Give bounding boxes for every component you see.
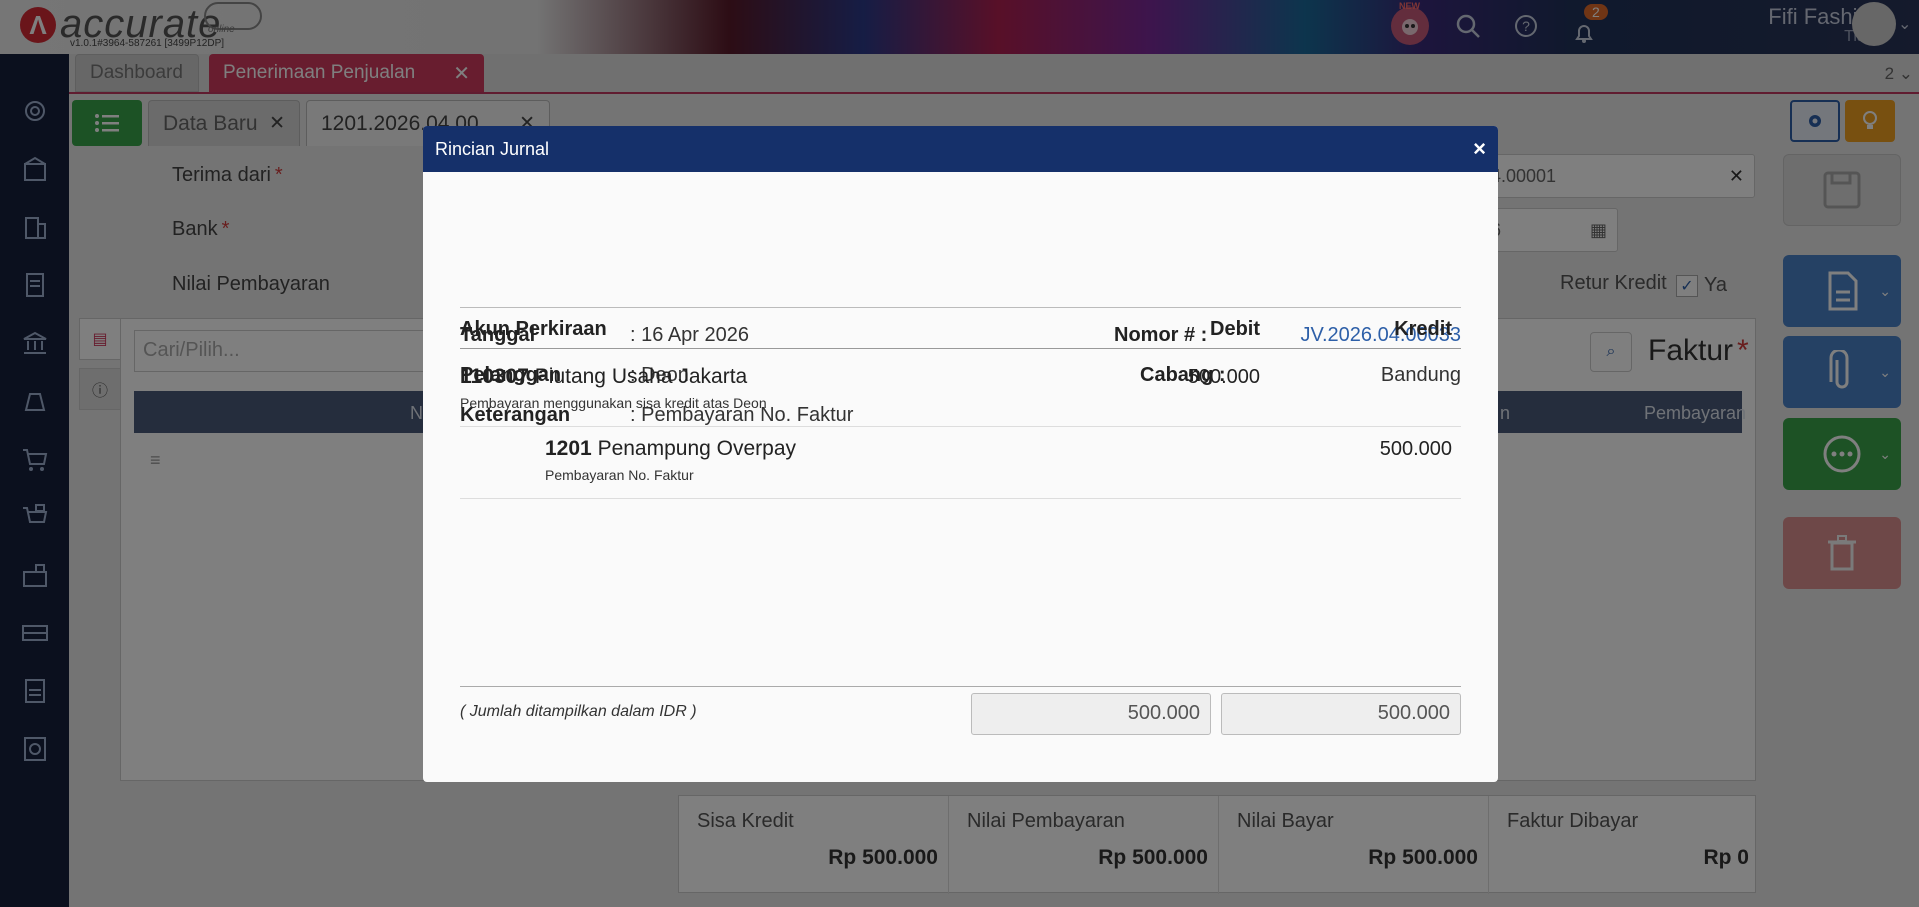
- col-kredit: Kredit: [1394, 318, 1452, 340]
- account-name: Piutang Usaha Jakarta: [534, 365, 748, 388]
- row-divider: [460, 426, 1461, 427]
- footer-divider: [460, 686, 1461, 687]
- currency-note: ( Jumlah ditampilkan dalam IDR ): [460, 703, 697, 720]
- journal-table: Akun Perkiraan Debit Kredit 110307 Piuta…: [460, 126, 1461, 782]
- close-icon[interactable]: ×: [1473, 136, 1486, 162]
- total-debit-field: 500.000: [971, 693, 1211, 735]
- table-row: 110307 Piutang Usaha Jakarta: [460, 365, 747, 389]
- account-code: 110307: [460, 365, 529, 388]
- row-kredit: 500.000: [1379, 438, 1452, 460]
- row-divider: [460, 498, 1461, 499]
- account-code: 1201: [545, 437, 592, 460]
- table-header-divider: [460, 348, 1461, 349]
- col-akun-perkiraan: Akun Perkiraan: [460, 318, 607, 340]
- table-top-divider: [460, 307, 1461, 308]
- col-debit: Debit: [1210, 318, 1260, 340]
- table-row: 1201 Penampung Overpay: [545, 437, 796, 461]
- account-name: Penampung Overpay: [597, 437, 797, 460]
- total-kredit-field: 500.000: [1221, 693, 1461, 735]
- row-note: Pembayaran menggunakan sisa kredit atas …: [460, 395, 767, 411]
- row-debit: 500.000: [1187, 366, 1260, 388]
- row-note: Pembayaran No. Faktur: [545, 467, 694, 483]
